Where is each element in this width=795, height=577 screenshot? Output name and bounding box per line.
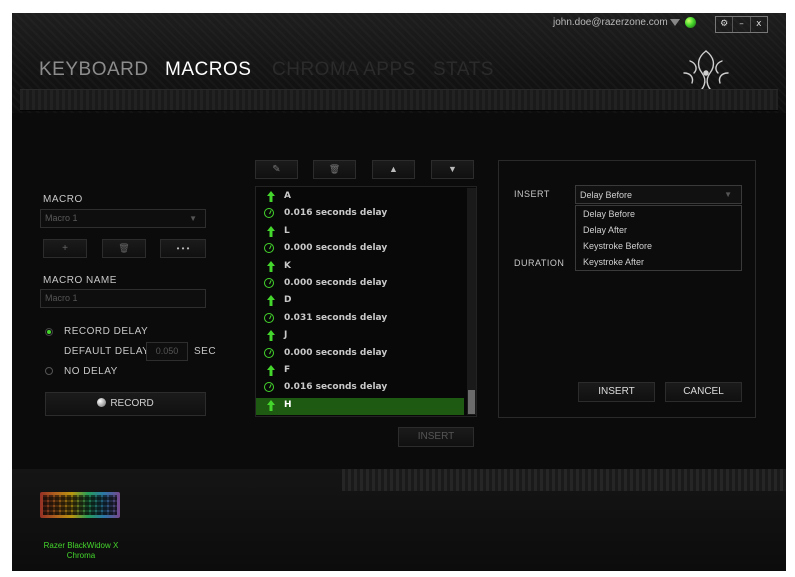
event-label: 0.000 seconds delay: [284, 278, 388, 288]
key-up-arrow-icon: [267, 330, 275, 342]
account-email[interactable]: john.doe@razerzone.com: [553, 17, 668, 28]
delay-row[interactable]: 0.000 seconds delay: [256, 346, 464, 363]
window-controls: ⚙ – x: [715, 16, 768, 33]
event-label: 0.031 seconds delay: [284, 312, 388, 323]
settings-button[interactable]: ⚙: [716, 17, 732, 32]
macro-select-value: Macro 1: [45, 213, 78, 223]
keystroke-row[interactable]: K: [256, 259, 464, 276]
clock-icon: [264, 382, 274, 393]
keystroke-row[interactable]: D: [256, 293, 464, 310]
event-label: A: [284, 191, 291, 201]
delay-row[interactable]: 0.000 seconds delay: [256, 241, 464, 258]
panel-insert-button[interactable]: INSERT: [578, 382, 655, 402]
keystroke-row[interactable]: F: [256, 363, 464, 380]
delay-row[interactable]: 0.016 seconds delay: [256, 206, 464, 223]
key-up-arrow-icon: [267, 260, 275, 272]
event-label: 0.016 seconds delay: [284, 382, 388, 393]
default-delay-input[interactable]: 0.050: [146, 342, 188, 361]
duration-label: DURATION: [514, 258, 565, 268]
account-dropdown-icon[interactable]: [670, 19, 680, 26]
record-delay-label: RECORD DELAY: [64, 326, 149, 337]
record-delay-radio[interactable]: [45, 328, 53, 336]
add-macro-button[interactable]: +: [43, 239, 87, 258]
tab-chroma-apps[interactable]: CHROMA APPS: [272, 59, 416, 81]
insert-type-value: Delay Before: [580, 190, 633, 200]
macro-name-label: MACRO NAME: [43, 275, 117, 286]
insert-type-select[interactable]: Delay Before ▼: [575, 185, 742, 204]
clock-icon: [264, 243, 274, 254]
record-icon: [97, 398, 107, 407]
move-down-button[interactable]: ▼: [431, 160, 474, 179]
no-delay-label: NO DELAY: [64, 366, 118, 377]
delay-row[interactable]: 0.031 seconds delay: [256, 311, 464, 328]
keystroke-row[interactable]: J: [256, 328, 464, 345]
option-delay-before[interactable]: Delay Before: [576, 206, 741, 222]
delay-row[interactable]: 0.016 seconds delay: [256, 380, 464, 397]
key-up-arrow-icon: [267, 225, 275, 237]
default-delay-label: DEFAULT DELAY: [64, 346, 150, 357]
clock-icon: [264, 347, 274, 358]
macro-select[interactable]: Macro 1 ▼: [40, 209, 206, 228]
app-window: KEYBOARD MACROS CHROMA APPS STATS john.d…: [12, 13, 786, 571]
device-name: Razer BlackWidow X Chroma: [32, 541, 130, 561]
event-label: F: [284, 365, 291, 375]
header: KEYBOARD MACROS CHROMA APPS STATS john.d…: [12, 13, 786, 113]
clock-icon: [264, 278, 274, 288]
insert-type-options: Delay Before Delay After Keystroke Befor…: [575, 205, 742, 271]
event-label: 0.000 seconds delay: [284, 347, 388, 358]
event-label: 0.016 seconds delay: [284, 208, 388, 219]
cancel-button[interactable]: CANCEL: [665, 382, 742, 402]
chevron-down-icon: ▼: [724, 190, 732, 199]
clock-icon: [264, 208, 274, 219]
no-delay-radio[interactable]: [45, 367, 53, 375]
move-up-button[interactable]: ▲: [372, 160, 415, 179]
option-keystroke-before[interactable]: Keystroke Before: [576, 238, 741, 254]
more-options-button[interactable]: • • •: [160, 239, 206, 258]
delete-macro-button[interactable]: 🗑: [102, 239, 146, 258]
key-up-arrow-icon: [267, 191, 275, 202]
insert-event-button[interactable]: INSERT: [398, 427, 474, 447]
edit-button[interactable]: ✎: [255, 160, 298, 179]
option-keystroke-after[interactable]: Keystroke After: [576, 254, 741, 270]
keystroke-row[interactable]: H: [256, 397, 464, 415]
chevron-down-icon: ▼: [189, 214, 197, 223]
header-stripe: [20, 89, 778, 111]
event-label: H: [284, 399, 292, 410]
scrollbar-thumb[interactable]: [468, 390, 475, 414]
key-up-arrow-icon: [267, 399, 275, 411]
key-up-arrow-icon: [267, 365, 275, 376]
online-status-icon: [685, 17, 696, 28]
event-label: J: [284, 330, 288, 341]
keystroke-row[interactable]: A: [256, 189, 464, 206]
keystroke-row[interactable]: L: [256, 224, 464, 241]
tab-stats[interactable]: STATS: [433, 59, 494, 81]
macro-name-input[interactable]: Macro 1: [40, 289, 206, 308]
insert-type-label: INSERT: [514, 189, 550, 199]
macro-label: MACRO: [43, 194, 83, 205]
device-name-line1: Razer BlackWidow X: [43, 541, 119, 550]
record-button[interactable]: RECORD: [45, 392, 206, 416]
sec-label: SEC: [194, 346, 217, 357]
macro-event-list[interactable]: H 0.016 seconds delay F 0.000 seconds delay…: [255, 186, 477, 417]
key-up-arrow-icon: [267, 295, 275, 307]
option-delay-after[interactable]: Delay After: [576, 222, 741, 238]
delete-event-button[interactable]: 🗑: [313, 160, 356, 179]
event-label: D: [284, 295, 292, 306]
event-label: K: [284, 260, 291, 271]
footer-stripe: [342, 469, 786, 491]
close-button[interactable]: x: [749, 17, 767, 32]
minimize-button[interactable]: –: [732, 17, 749, 32]
delay-row[interactable]: 0.000 seconds delay: [256, 276, 464, 293]
tab-keyboard[interactable]: KEYBOARD: [39, 59, 149, 81]
event-list-scrollbar[interactable]: [467, 188, 476, 415]
event-label: 0.000 seconds delay: [284, 243, 388, 254]
event-label: L: [284, 225, 290, 236]
tab-macros[interactable]: MACROS: [165, 59, 251, 81]
record-label: RECORD: [110, 398, 154, 409]
keyboard-device-icon[interactable]: [40, 492, 120, 518]
clock-icon: [264, 312, 274, 323]
device-name-line2: Chroma: [66, 551, 96, 560]
